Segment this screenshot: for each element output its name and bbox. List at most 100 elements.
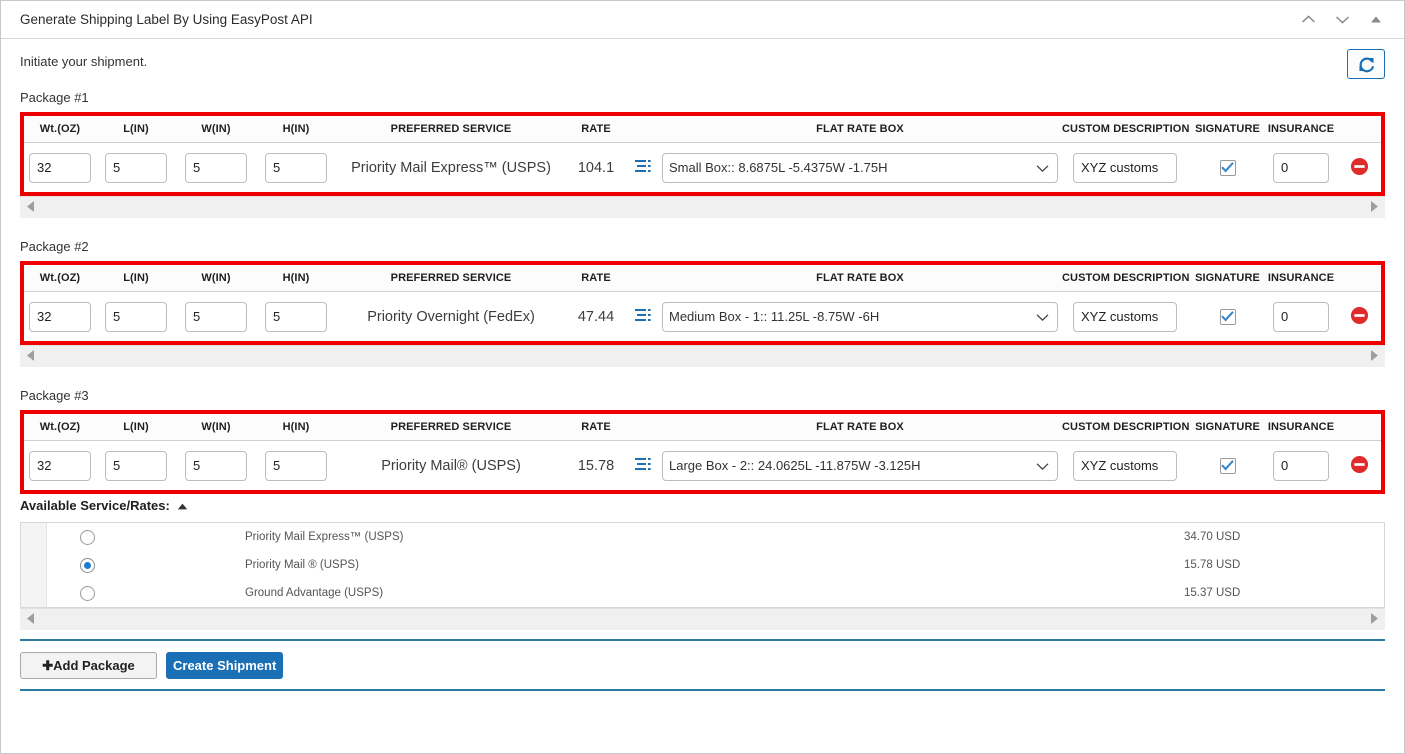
refresh-icon: [1357, 55, 1376, 74]
chevron-up-icon[interactable]: [1300, 12, 1316, 28]
insurance-input[interactable]: [1273, 152, 1329, 183]
col-description-header: CUSTOM DESCRIPTION: [1062, 421, 1190, 433]
rate-option-row[interactable]: Priority Mail Express™ (USPS) 34.70 USD: [21, 523, 1384, 551]
rate-radio[interactable]: [79, 529, 95, 545]
insurance-input[interactable]: [1273, 301, 1329, 332]
package-3-header-row: Wt.(OZ) L(IN) W(IN) H(IN) PREFERRED SERV…: [24, 414, 1381, 441]
package-2-block: Wt.(OZ) L(IN) W(IN) H(IN) PREFERRED SERV…: [20, 261, 1385, 345]
col-service-header: PREFERRED SERVICE: [390, 421, 512, 433]
col-flatratebox-header: FLAT RATE BOX: [816, 421, 904, 433]
col-service-header: PREFERRED SERVICE: [390, 123, 512, 135]
height-cell: [256, 450, 336, 481]
scroll-right-icon[interactable]: [1370, 612, 1379, 628]
scroll-left-icon[interactable]: [26, 200, 35, 216]
scroll-left-icon[interactable]: [26, 612, 35, 628]
preferred-service-cell: Priority Mail® (USPS): [336, 458, 566, 474]
chevron-down-icon[interactable]: [1334, 12, 1350, 28]
subtitle-text: Initiate your shipment.: [20, 54, 148, 69]
triangle-up-icon[interactable]: [1368, 12, 1384, 28]
collapse-caret-up-icon[interactable]: [177, 498, 188, 513]
available-rates-title: Available Service/Rates:: [20, 498, 170, 513]
length-input[interactable]: [105, 301, 167, 332]
package-1-scrollbar[interactable]: [20, 196, 1385, 218]
available-rates-scrollbar[interactable]: [20, 608, 1385, 630]
remove-package-icon[interactable]: [1350, 306, 1369, 328]
rate-list-icon[interactable]: [635, 159, 651, 176]
rate-service-name: Priority Mail Express™ (USPS): [245, 531, 404, 543]
insurance-input[interactable]: [1273, 450, 1329, 481]
rate-cell: 104.1: [566, 160, 626, 176]
col-length-header: L(IN): [123, 421, 149, 433]
rate-list-cell: [626, 457, 660, 474]
col-width-header: W(IN): [201, 272, 231, 284]
scroll-right-icon[interactable]: [1370, 349, 1379, 365]
rate-radio[interactable]: [79, 585, 95, 601]
custom-description-input[interactable]: [1073, 152, 1177, 183]
signature-checkbox[interactable]: [1219, 308, 1236, 325]
custom-description-cell: [1060, 450, 1190, 481]
col-rate-header: RATE: [581, 123, 611, 135]
delete-cell: [1337, 455, 1381, 477]
rate-option-row[interactable]: Ground Advantage (USPS) 15.37 USD: [21, 579, 1384, 607]
height-input[interactable]: [265, 450, 327, 481]
add-package-button[interactable]: ✚Add Package: [20, 652, 157, 679]
col-width-header: W(IN): [201, 123, 231, 135]
weight-cell: [24, 450, 96, 481]
scroll-left-icon[interactable]: [26, 349, 35, 365]
width-cell: [176, 152, 256, 183]
preferred-service-cell: Priority Mail Express™ (USPS): [336, 160, 566, 176]
col-rate-header: RATE: [581, 272, 611, 284]
window-title: Generate Shipping Label By Using EasyPos…: [20, 12, 313, 27]
custom-description-input[interactable]: [1073, 301, 1177, 332]
signature-checkbox[interactable]: [1219, 159, 1236, 176]
weight-input[interactable]: [29, 450, 91, 481]
col-height-header: H(IN): [282, 272, 310, 284]
scroll-right-icon[interactable]: [1370, 200, 1379, 216]
rate-list-icon[interactable]: [635, 308, 651, 325]
package-1-header-row: Wt.(OZ) L(IN) W(IN) H(IN) PREFERRED SERV…: [24, 116, 1381, 143]
available-rates-header: Available Service/Rates:: [20, 498, 1385, 513]
flat-rate-box-select[interactable]: Medium Box - 1:: 11.25L -8.75W -6H: [662, 301, 1058, 332]
width-input[interactable]: [185, 152, 247, 183]
window-titlebar: Generate Shipping Label By Using EasyPos…: [1, 1, 1404, 39]
rate-radio-selected[interactable]: [79, 557, 95, 573]
package-2-scrollbar[interactable]: [20, 345, 1385, 367]
length-input[interactable]: [105, 450, 167, 481]
col-weight-header: Wt.(OZ): [39, 421, 81, 433]
package-2-header-row: Wt.(OZ) L(IN) W(IN) H(IN) PREFERRED SERV…: [24, 265, 1381, 292]
rate-option-row[interactable]: Priority Mail ® (USPS) 15.78 USD: [21, 551, 1384, 579]
weight-input[interactable]: [29, 301, 91, 332]
flat-rate-box-cell: Small Box:: 8.6875L -5.4375W -1.75H: [660, 152, 1060, 183]
flat-rate-box-select[interactable]: Small Box:: 8.6875L -5.4375W -1.75H: [662, 152, 1058, 183]
length-input[interactable]: [105, 152, 167, 183]
col-flatratebox-header: FLAT RATE BOX: [816, 123, 904, 135]
remove-package-icon[interactable]: [1350, 455, 1369, 477]
width-input[interactable]: [185, 301, 247, 332]
rate-service-name: Priority Mail ® (USPS): [245, 559, 359, 571]
height-input[interactable]: [265, 301, 327, 332]
package-3-block: Wt.(OZ) L(IN) W(IN) H(IN) PREFERRED SERV…: [20, 410, 1385, 494]
col-insurance-header: INSURANCE: [1267, 421, 1335, 433]
signature-checkbox[interactable]: [1219, 457, 1236, 474]
weight-input[interactable]: [29, 152, 91, 183]
width-cell: [176, 450, 256, 481]
insurance-cell: [1265, 152, 1337, 183]
rate-list-icon[interactable]: [635, 457, 651, 474]
col-height-header: H(IN): [282, 123, 310, 135]
create-shipment-button[interactable]: Create Shipment: [166, 652, 284, 679]
rate-price: 15.37 USD: [1184, 587, 1241, 599]
col-signature-header: SIGNATURE: [1195, 421, 1260, 433]
remove-package-icon[interactable]: [1350, 157, 1369, 179]
flat-rate-box-cell: Large Box - 2:: 24.0625L -11.875W -3.125…: [660, 450, 1060, 481]
preferred-service-value: Priority Mail Express™ (USPS): [351, 159, 551, 176]
flat-rate-box-select[interactable]: Large Box - 2:: 24.0625L -11.875W -3.125…: [662, 450, 1058, 481]
height-input[interactable]: [265, 152, 327, 183]
rate-value: 47.44: [577, 308, 615, 325]
custom-description-input[interactable]: [1073, 450, 1177, 481]
width-input[interactable]: [185, 450, 247, 481]
rate-cell: 15.78: [566, 458, 626, 474]
refresh-button[interactable]: [1347, 49, 1385, 79]
delete-cell: [1337, 306, 1381, 328]
shipping-label-window: Generate Shipping Label By Using EasyPos…: [0, 0, 1405, 754]
package-1-row: Priority Mail Express™ (USPS) 104.1: [24, 143, 1381, 192]
